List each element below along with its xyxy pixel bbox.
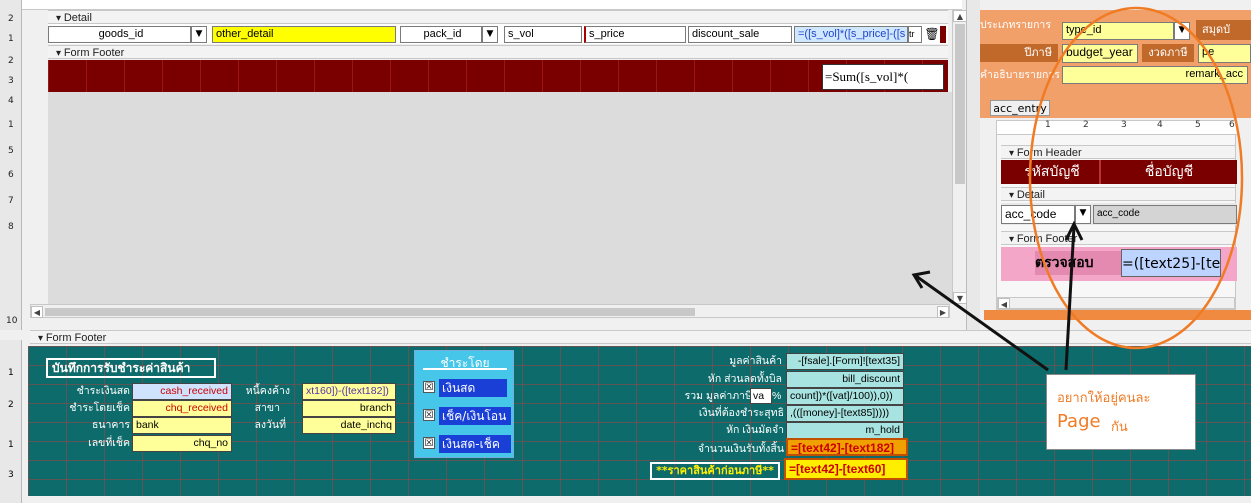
annotation-line3: กัน [1111, 420, 1128, 435]
arrow-line [1064, 225, 1076, 371]
arrow-line [915, 274, 1049, 372]
annotation-note: อยากให้อยู่คนละ Page กัน [1046, 374, 1196, 450]
annotation-line1: อยากให้อยู่คนละ [1057, 391, 1151, 406]
annotation-line2: Page [1057, 411, 1101, 432]
highlight-circle [1028, 6, 1244, 350]
